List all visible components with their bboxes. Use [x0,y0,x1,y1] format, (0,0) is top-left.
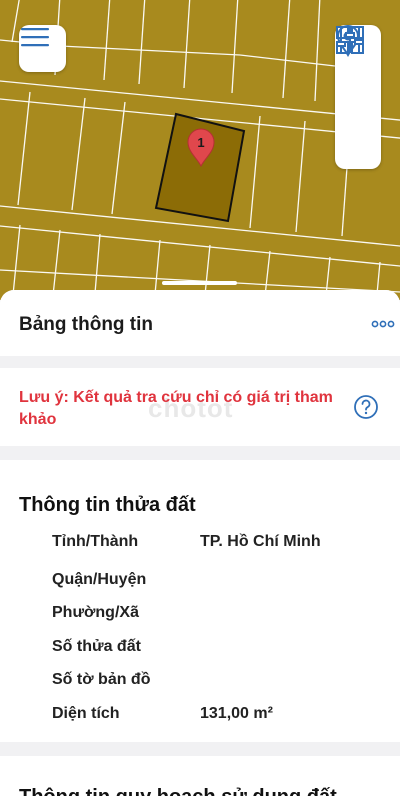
parcel-info-title: Thông tin thửa đất [19,494,196,516]
more-horizontal-icon[interactable] [371,317,395,331]
filter-button[interactable] [336,27,378,165]
map-view[interactable]: 1 [0,0,400,300]
warning-text: Lưu ý: Kết quả tra cứu chỉ có giá trị th… [19,389,333,428]
map-toolbar [335,25,381,169]
row-label-ward: Phường/Xã [52,604,139,621]
menu-button[interactable] [19,25,66,72]
row-label-district: Quận/Huyện [52,571,147,588]
planning-info-title: Thông tin quy hoạch sử dụng đất [19,786,337,796]
row-label-area: Diện tích [52,705,120,722]
marker-label: 1 [197,135,204,150]
row-value-area: 131,00 m² [200,705,273,722]
panel-title: Bảng thông tin [19,314,154,335]
row-label-parcel-number: Số thửa đất [52,638,141,655]
locate-button[interactable] [336,25,378,117]
sliders-icon [336,27,364,53]
row-label-province: Tỉnh/Thành [52,533,139,550]
row-label-map-sheet: Số tờ bản đồ [52,671,151,688]
hamburger-icon [21,28,49,47]
planning-info-card: Thông tin quy hoạch sử dụng đất [0,756,400,796]
help-circle-icon[interactable] [353,394,379,420]
row-value-province: TP. Hồ Chí Minh [200,533,321,550]
sheet-drag-handle[interactable] [162,281,237,285]
